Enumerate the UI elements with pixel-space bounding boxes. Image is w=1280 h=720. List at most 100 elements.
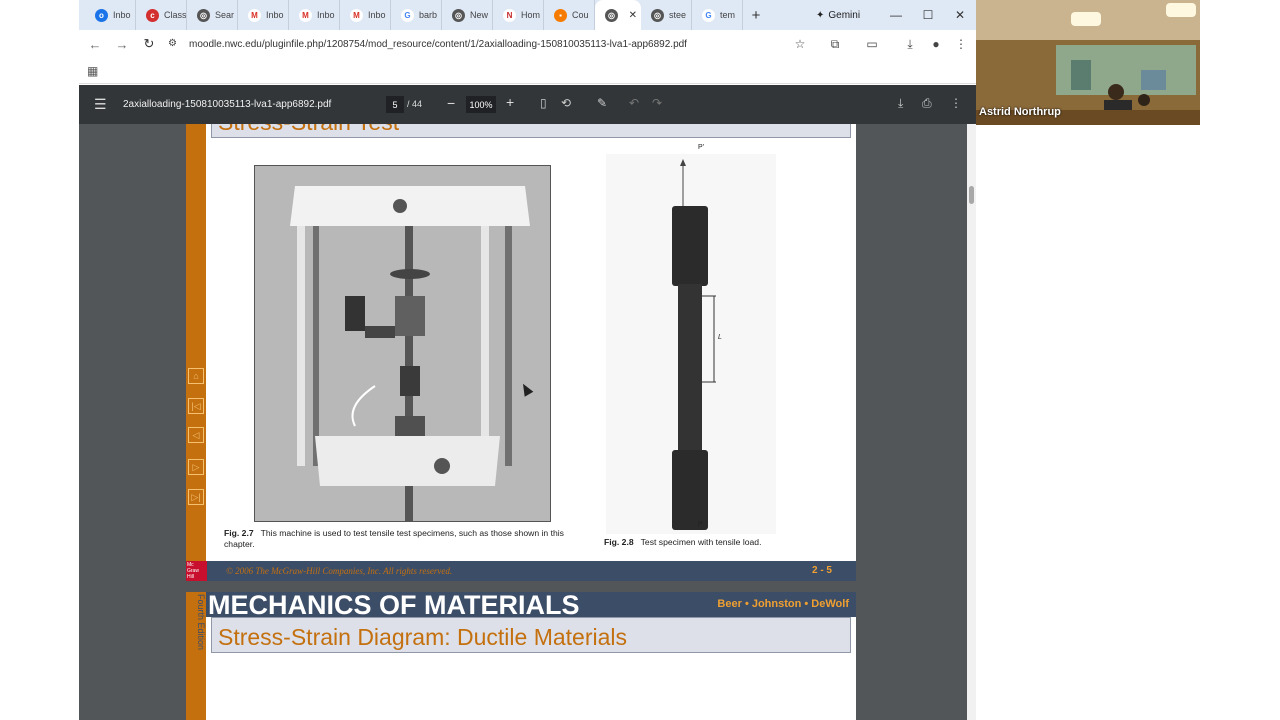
fit-page-icon[interactable]: ▯ bbox=[540, 96, 547, 110]
tensile-specimen-drawing bbox=[606, 154, 776, 534]
tab[interactable]: c Class bbox=[136, 0, 187, 30]
scrollbar-thumb[interactable] bbox=[969, 186, 974, 204]
redo-icon[interactable]: ↷ bbox=[652, 96, 662, 110]
testing-machine-photo bbox=[254, 165, 551, 522]
tab[interactable]: ▪ Cou bbox=[544, 0, 595, 30]
browser-window: o Inbo c Class ◎ Sear M Inbo M Inbo M Inbo Gba… bbox=[79, 0, 976, 720]
tab-label: New bbox=[470, 10, 489, 20]
tab[interactable]: ◎ Sear bbox=[187, 0, 238, 30]
tab[interactable]: M Inbo bbox=[289, 0, 340, 30]
fig27-caption: Fig. 2.7 This machine is used to test te… bbox=[224, 528, 564, 550]
profile-avatar-icon[interactable]: ● bbox=[925, 34, 947, 54]
fig28-label: Fig. 2.8 bbox=[604, 537, 634, 547]
rotate-icon[interactable]: ⟲ bbox=[561, 96, 571, 110]
close-window-button[interactable]: ✕ bbox=[944, 0, 976, 30]
authors: Beer • Johnston • DeWolf bbox=[717, 598, 849, 610]
globe-icon: ◎ bbox=[605, 8, 618, 22]
annotate-icon[interactable]: ✎ bbox=[597, 96, 607, 110]
tab[interactable]: ◎ New bbox=[442, 0, 493, 30]
pdf-more-icon[interactable]: ⋮ bbox=[950, 96, 962, 110]
back-button[interactable]: ← bbox=[83, 32, 107, 56]
home-icon[interactable]: ⌂ bbox=[188, 368, 204, 384]
page-number-input[interactable]: 5 bbox=[386, 96, 404, 113]
classroom-icon: c bbox=[146, 8, 159, 22]
tab[interactable]: M Inbo bbox=[340, 0, 391, 30]
download-icon[interactable]: ⤓ bbox=[899, 34, 921, 54]
participant-name: Astrid Northrup bbox=[979, 106, 1061, 118]
apps-grid-icon[interactable]: ▦ bbox=[87, 64, 98, 78]
cast-icon[interactable]: ▭ bbox=[861, 34, 883, 54]
gemini-label: Gemini bbox=[828, 9, 861, 21]
edition-label: Fourth Edition bbox=[186, 592, 206, 720]
maximize-button[interactable]: ☐ bbox=[912, 0, 944, 30]
tab-label: Hom bbox=[521, 10, 541, 20]
zoom-input[interactable]: 100% bbox=[466, 96, 496, 113]
outlook-icon: o bbox=[95, 8, 108, 22]
tab[interactable]: Gtem bbox=[692, 0, 743, 30]
tab-label: stee bbox=[669, 10, 687, 20]
extensions-icon[interactable]: ⧉ bbox=[824, 34, 846, 54]
tab[interactable]: N Hom bbox=[493, 0, 544, 30]
zoom-out-button[interactable]: − bbox=[447, 95, 455, 111]
google-icon: G bbox=[702, 8, 715, 22]
fig27-label: Fig. 2.7 bbox=[224, 528, 254, 538]
slide-page-5: Stress-Strain Test ⌂ |◁ ◁ ▷ ▷| bbox=[186, 124, 856, 581]
globe-icon: ◎ bbox=[651, 8, 664, 22]
slide-header: Fourth Edition MECHANICS OF MATERIALS Be… bbox=[186, 592, 856, 720]
next-slide-icon[interactable]: ▷ bbox=[188, 459, 204, 475]
tab-active[interactable]: ◎ ✕ bbox=[595, 0, 641, 30]
tab-label: Inbo bbox=[368, 10, 386, 20]
bookmark-star-icon[interactable]: ☆ bbox=[789, 34, 811, 54]
gauge-length-label: L bbox=[718, 334, 722, 341]
new-tab-button[interactable]: + bbox=[743, 0, 769, 30]
slide-page-number: 2 - 5 bbox=[811, 565, 832, 576]
gemini-button[interactable]: ✦ Gemini bbox=[810, 5, 866, 25]
globe-icon: ◎ bbox=[452, 8, 465, 22]
tab[interactable]: o Inbo bbox=[85, 0, 136, 30]
screen: o Inbo c Class ◎ Sear M Inbo M Inbo M Inbo Gba… bbox=[0, 0, 1280, 720]
pdf-filename: 2axialloading-150810035113-lva1-app6892.… bbox=[123, 99, 332, 110]
tab-label: Class bbox=[164, 10, 187, 20]
bookmarks-bar: ▦ bbox=[79, 58, 976, 84]
undo-icon[interactable]: ↶ bbox=[629, 96, 639, 110]
google-icon: G bbox=[401, 8, 414, 22]
minimize-button[interactable]: — bbox=[880, 0, 912, 30]
slide-footer: Mc Graw Hill © 2006 The McGraw-Hill Comp… bbox=[186, 561, 856, 581]
fig27-text: This machine is used to test tensile tes… bbox=[224, 528, 564, 549]
load-label-bottom: P bbox=[698, 521, 703, 528]
prev-slide-icon[interactable]: ◁ bbox=[188, 427, 204, 443]
tab-label: Sear bbox=[215, 10, 235, 20]
print-icon[interactable]: ⎙ bbox=[922, 96, 932, 111]
tab[interactable]: M Inbo bbox=[238, 0, 289, 30]
slide-title-box: Stress-Strain Diagram: Ductile Materials bbox=[211, 617, 851, 653]
pdf-menu-icon[interactable]: ☰ bbox=[94, 96, 107, 113]
tab-label: Inbo bbox=[113, 10, 131, 20]
tab-label: barb bbox=[419, 10, 438, 20]
zoom-in-button[interactable]: + bbox=[506, 94, 514, 110]
browser-menu-icon[interactable]: ⋮ bbox=[950, 34, 972, 54]
fig28-text: Test specimen with tensile load. bbox=[640, 537, 762, 547]
testing-machine-drawing bbox=[255, 166, 550, 521]
pdf-viewer[interactable]: Stress-Strain Test ⌂ |◁ ◁ ▷ ▷| bbox=[79, 124, 967, 720]
copyright-text: © 2006 The McGraw-Hill Companies, Inc. A… bbox=[226, 566, 453, 576]
globe-icon: ◎ bbox=[197, 8, 210, 22]
gmail-icon: M bbox=[350, 8, 363, 22]
last-slide-icon[interactable]: ▷| bbox=[188, 489, 204, 505]
ceiling-light bbox=[1166, 3, 1196, 17]
tab[interactable]: Gbarb bbox=[391, 0, 442, 30]
forward-button[interactable]: → bbox=[110, 32, 134, 56]
ceiling-light bbox=[1071, 12, 1101, 26]
slide-title: Stress-Strain Diagram: Ductile Materials bbox=[218, 624, 628, 650]
slide-title: Stress-Strain Test bbox=[218, 124, 399, 136]
reload-button[interactable]: ↻ bbox=[137, 32, 161, 56]
gmail-icon: M bbox=[248, 8, 261, 22]
pdf-toolbar: ☰ 2axialloading-150810035113-lva1-app689… bbox=[79, 85, 976, 124]
sparkle-icon: ✦ bbox=[816, 9, 825, 21]
address-bar[interactable]: moodle.nwc.edu/pluginfile.php/1208754/mo… bbox=[163, 33, 813, 55]
pdf-download-icon[interactable]: ⤓ bbox=[898, 96, 903, 111]
vertical-scrollbar[interactable] bbox=[967, 124, 976, 720]
first-slide-icon[interactable]: |◁ bbox=[188, 398, 204, 414]
tab[interactable]: ◎ stee bbox=[641, 0, 692, 30]
close-tab-icon[interactable]: ✕ bbox=[629, 10, 637, 21]
tab-label: Inbo bbox=[266, 10, 284, 20]
